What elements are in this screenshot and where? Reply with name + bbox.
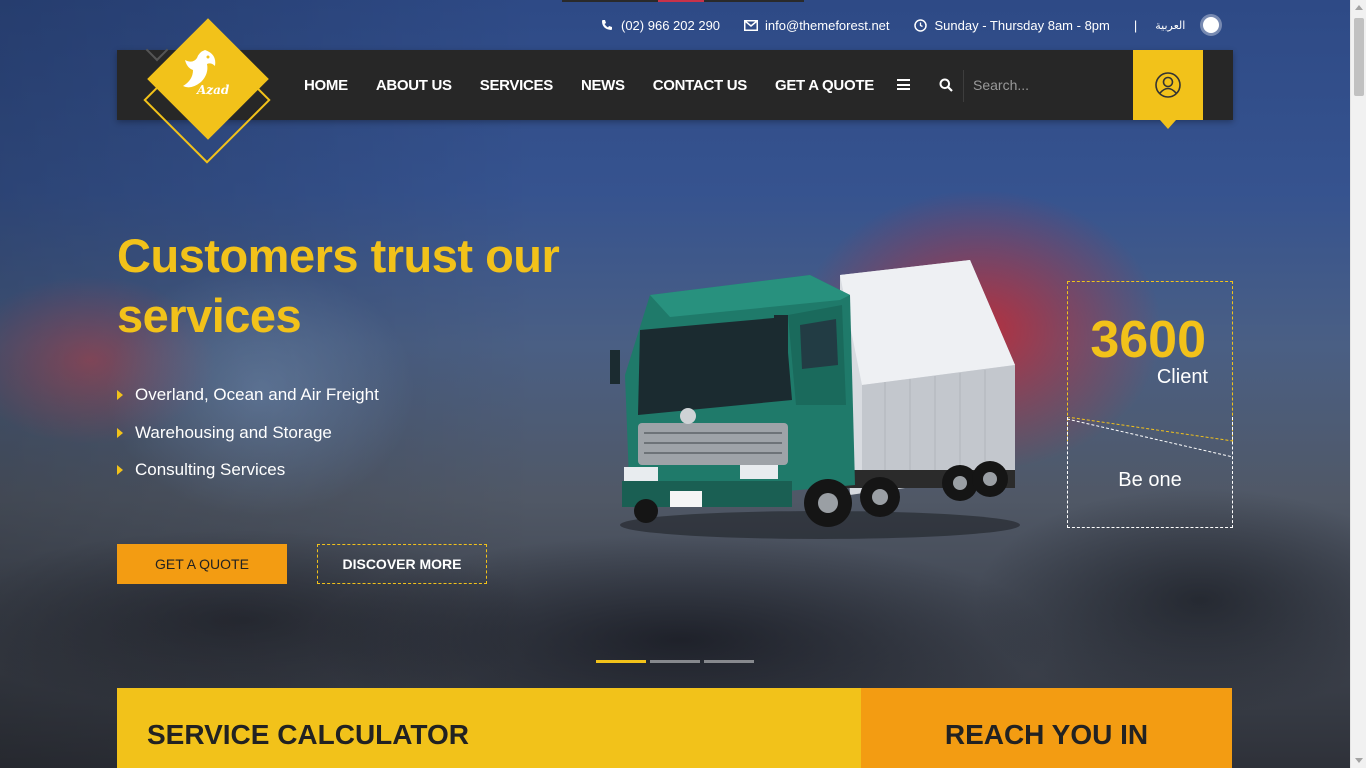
logo-name: Azad <box>197 83 230 97</box>
phone-info: (02) 966 202 290 <box>600 18 720 33</box>
search-icon[interactable] <box>939 78 953 92</box>
search-input[interactable] <box>973 70 1123 100</box>
be-one-box[interactable]: Be one <box>1067 417 1233 528</box>
nav-services[interactable]: SERVICES <box>480 77 553 94</box>
topbar-separator: | <box>1133 17 1138 33</box>
service-calculator-title: SERVICE CALCULATOR <box>147 719 470 750</box>
nav-contact-us[interactable]: CONTACT US <box>653 77 748 94</box>
nav-about-us[interactable]: ABOUT US <box>376 77 452 94</box>
language-switch[interactable]: العربية <box>1155 19 1185 32</box>
clock-icon <box>914 18 928 32</box>
feature-item: Overland, Ocean and Air Freight <box>117 385 379 423</box>
client-count: 3600 <box>1090 311 1206 369</box>
bullet-arrow-icon <box>117 390 123 400</box>
feature-item: Consulting Services <box>117 460 379 498</box>
envelope-icon <box>744 18 759 32</box>
top-info-bar: (02) 966 202 290 info@themeforest.net Su… <box>600 14 1220 36</box>
reach-you-panel: REACH YOU IN <box>861 688 1232 768</box>
main-navbar: HOME ABOUT US SERVICES NEWS CONTACT US G… <box>117 50 1233 129</box>
discover-more-button[interactable]: DISCOVER MORE <box>317 544 487 584</box>
get-quote-button[interactable]: GET A QUOTE <box>117 544 287 584</box>
email-info: info@themeforest.net <box>744 18 890 33</box>
nav-get-a-quote[interactable]: GET A QUOTE <box>775 77 874 94</box>
slider-dot-active[interactable] <box>596 660 646 663</box>
theme-toggle-icon[interactable] <box>1203 17 1220 33</box>
client-label: Client <box>1156 366 1208 388</box>
main-nav: HOME ABOUT US SERVICES NEWS CONTACT US G… <box>304 50 902 120</box>
feature-text: Warehousing and Storage <box>135 422 332 442</box>
slider-pagination <box>596 660 758 663</box>
service-calculator-panel: SERVICE CALCULATOR <box>117 688 861 768</box>
feature-item: Warehousing and Storage <box>117 423 379 461</box>
hero-headline: Customers trust our services <box>117 229 560 342</box>
slider-dot[interactable] <box>650 660 700 663</box>
feature-list: Overland, Ocean and Air Freight Warehous… <box>117 385 379 498</box>
nav-home[interactable]: HOME <box>304 77 348 94</box>
bullet-arrow-icon <box>117 427 123 438</box>
top-accent-bar <box>562 0 804 2</box>
hamburger-menu-icon[interactable] <box>897 79 910 90</box>
slider-dot[interactable] <box>704 660 754 663</box>
logo-accent <box>145 38 169 62</box>
nav-news[interactable]: NEWS <box>581 77 625 94</box>
bullet-arrow-icon <box>117 465 123 475</box>
phone-icon <box>600 18 614 32</box>
hours-text: Sunday - Thursday 8am - 8pm <box>934 17 1110 33</box>
page-scrollbar[interactable] <box>1350 0 1366 768</box>
user-icon <box>1155 72 1181 98</box>
feature-text: Overland, Ocean and Air Freight <box>135 385 379 404</box>
scroll-up-arrow-icon[interactable] <box>1355 5 1363 10</box>
site-logo[interactable]: Azad <box>143 18 271 164</box>
scroll-down-arrow-icon[interactable] <box>1355 758 1363 763</box>
feature-text: Consulting Services <box>135 460 286 479</box>
hours-info: Sunday - Thursday 8am - 8pm <box>914 18 1110 33</box>
phone-text[interactable]: (02) 966 202 290 <box>621 18 720 33</box>
account-button[interactable] <box>1133 50 1203 129</box>
email-text[interactable]: info@themeforest.net <box>765 18 889 33</box>
truck-image <box>610 260 1020 539</box>
reach-you-title: REACH YOU IN <box>944 719 1149 750</box>
be-one-text[interactable]: Be one <box>1068 469 1232 492</box>
scrollbar-thumb[interactable] <box>1354 18 1364 96</box>
nav-divider <box>963 70 964 102</box>
